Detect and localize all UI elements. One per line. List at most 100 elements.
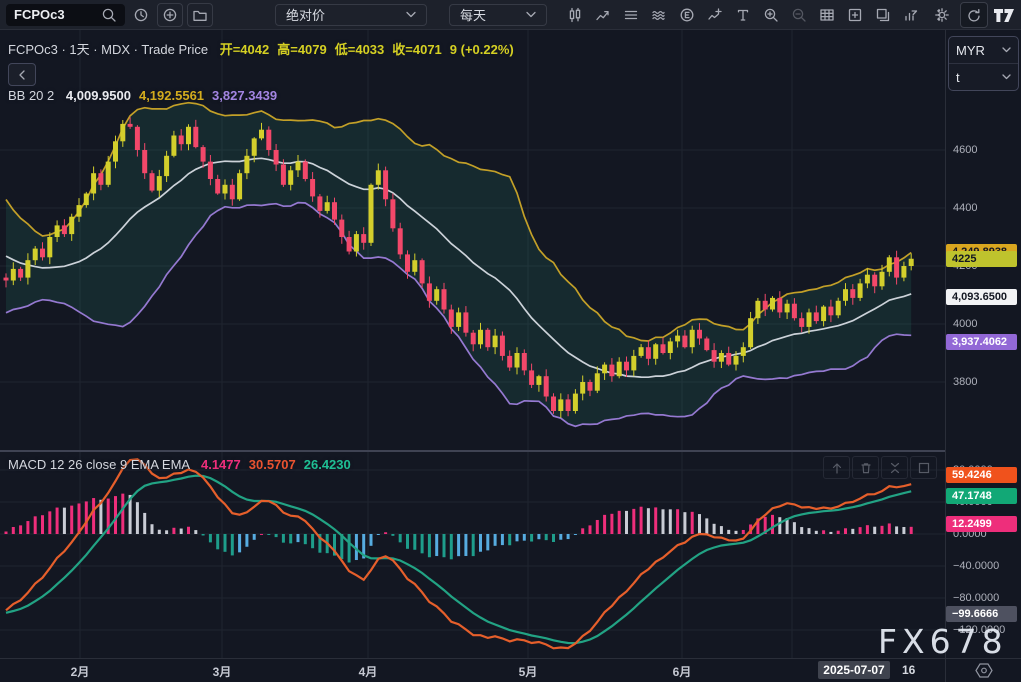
stats-button[interactable] xyxy=(897,3,925,27)
add-symbol-button[interactable] xyxy=(157,3,183,27)
price-axis-column[interactable]: MYR t 460044004200400038004,249.89384225… xyxy=(945,30,1021,682)
watchlist-folder-button[interactable] xyxy=(187,3,213,27)
unit-value: t xyxy=(956,70,960,85)
settings-button[interactable] xyxy=(930,4,954,26)
interval-value: 每天 xyxy=(460,5,486,24)
maximize-icon xyxy=(917,461,931,475)
economic-icon xyxy=(679,7,695,23)
time-tick-4月: 4月 xyxy=(359,663,378,680)
chevron-left-icon xyxy=(18,70,26,80)
price-tick-4000: 4000 xyxy=(953,318,977,330)
change-value: 9 (+0.22%) xyxy=(450,42,514,57)
top-toolbar: FCPOc3 绝对价 每天 xyxy=(0,0,1021,30)
currency-unit-selector: MYR t xyxy=(948,36,1019,91)
stats-icon xyxy=(903,7,919,23)
time-tick-16: 16 xyxy=(902,663,915,677)
pane-buttons xyxy=(821,456,937,479)
macd-tick--80: −80.0000 xyxy=(953,592,999,604)
table-icon xyxy=(819,7,835,23)
layouts-icon xyxy=(623,7,639,23)
delete-pane-button[interactable] xyxy=(852,456,879,479)
candlestick-style-button[interactable] xyxy=(561,3,589,27)
symbol-description: FCPOc3 · 1天 · MDX · Trade Price xyxy=(8,42,208,57)
table-button[interactable] xyxy=(813,3,841,27)
price-label-3: 3,937.4062 xyxy=(946,334,1017,350)
macd-value-1: 30.5707 xyxy=(249,457,296,472)
trading-platform-window: FCPOc3 绝对价 每天 xyxy=(0,0,1021,682)
fx678-watermark: FX678 xyxy=(878,622,1008,661)
text-tool-icon xyxy=(735,7,751,23)
bb-value-2: 3,827.3439 xyxy=(212,88,277,103)
bollinger-bands-layer xyxy=(6,103,911,427)
undo-icon xyxy=(966,7,982,23)
chart-tools-group xyxy=(561,3,953,27)
plus-circle-icon xyxy=(162,7,178,23)
symbol-legend[interactable]: FCPOc3 · 1天 · MDX · Trade Price 开=4042 高=… xyxy=(8,39,514,58)
bb-indicator-legend[interactable]: BB 20 2 4,009.9500 4,192.5561 3,827.3439 xyxy=(8,88,277,103)
macd-chart-canvas[interactable] xyxy=(0,452,945,658)
folder-icon xyxy=(192,7,208,23)
hexagon-settings-icon[interactable] xyxy=(974,662,994,679)
candlestick-style-icon xyxy=(567,7,583,23)
zoom-in-button[interactable] xyxy=(757,3,785,27)
snapshot-button[interactable] xyxy=(841,3,869,27)
copy-button[interactable] xyxy=(869,3,897,27)
maximize-pane-button[interactable] xyxy=(910,456,937,479)
price-type-dropdown[interactable]: 绝对价 xyxy=(275,4,427,26)
bb-value-1: 4,192.5561 xyxy=(139,88,204,103)
price-scale[interactable]: 460044004200400038004,249.893842254,093.… xyxy=(946,30,1021,450)
zoom-in-icon xyxy=(763,7,779,23)
indicators-button[interactable] xyxy=(589,3,617,27)
clock-icon xyxy=(133,7,149,23)
collapse-pane-button[interactable] xyxy=(881,456,908,479)
patterns-button[interactable] xyxy=(645,3,673,27)
price-label-2: 4,093.6500 xyxy=(946,289,1017,305)
price-pane[interactable]: FCPOc3 · 1天 · MDX · Trade Price 开=4042 高=… xyxy=(0,30,945,450)
macd-pane[interactable]: MACD 12 26 close 9 EMA EMA 4.147730.5707… xyxy=(0,452,945,658)
macd-histogram-layer xyxy=(5,494,913,563)
symbol-search[interactable]: FCPOc3 xyxy=(6,4,125,26)
macd-tick--40: −40.0000 xyxy=(953,560,999,572)
economic-button[interactable] xyxy=(673,3,701,27)
chevron-down-icon xyxy=(1002,74,1011,80)
currency-value: MYR xyxy=(956,43,985,58)
patterns-icon xyxy=(651,7,667,23)
bb-value-0: 4,009.9500 xyxy=(66,88,131,103)
layouts-button[interactable] xyxy=(617,3,645,27)
macd-indicator-title: MACD 12 26 close 9 EMA EMA xyxy=(8,457,189,472)
move-pane-up-button[interactable] xyxy=(823,456,850,479)
bb-indicator-title: BB 20 2 xyxy=(8,88,54,103)
time-tick-2月: 2月 xyxy=(71,663,90,680)
current-date-label: 2025-07-07 xyxy=(818,661,890,679)
currency-dropdown[interactable]: MYR xyxy=(949,37,1018,63)
macd-indicator-legend[interactable]: MACD 12 26 close 9 EMA EMA 4.147730.5707… xyxy=(8,457,351,472)
symbol-input[interactable]: FCPOc3 xyxy=(14,7,65,22)
chart-column: FCPOc3 · 1天 · MDX · Trade Price 开=4042 高=… xyxy=(0,30,945,682)
interval-dropdown[interactable]: 每天 xyxy=(449,4,547,26)
ohlc-低: 低=4033 xyxy=(335,42,385,57)
indicators-icon xyxy=(595,7,611,23)
time-axis[interactable]: 2025-07-07 16 2月3月4月5月6月 xyxy=(0,658,945,682)
macd-label-2: 12.2499 xyxy=(946,516,1017,532)
price-label-1: 4225 xyxy=(946,251,1017,267)
recent-symbols-button[interactable] xyxy=(129,4,153,26)
compare-icon xyxy=(707,7,723,23)
ohlc-开: 开=4042 xyxy=(220,42,270,57)
compare-button[interactable] xyxy=(701,3,729,27)
ohlc-高: 高=4079 xyxy=(277,42,327,57)
axis-corner xyxy=(946,658,1021,682)
ohlc-收: 收=4071 xyxy=(392,42,442,57)
collapse-icon xyxy=(888,461,902,475)
back-button[interactable] xyxy=(8,63,36,86)
snapshot-icon xyxy=(847,7,863,23)
zoom-out-button[interactable] xyxy=(785,3,813,27)
arrow-up-icon xyxy=(830,461,844,475)
gear-icon xyxy=(934,7,950,23)
price-tick-3800: 3800 xyxy=(953,376,977,388)
undo-button[interactable] xyxy=(960,2,988,28)
tradingview-logo[interactable] xyxy=(994,8,1016,23)
unit-dropdown[interactable]: t xyxy=(949,64,1018,90)
price-tick-4600: 4600 xyxy=(953,144,977,156)
text-tool-button[interactable] xyxy=(729,3,757,27)
zoom-out-icon xyxy=(791,7,807,23)
